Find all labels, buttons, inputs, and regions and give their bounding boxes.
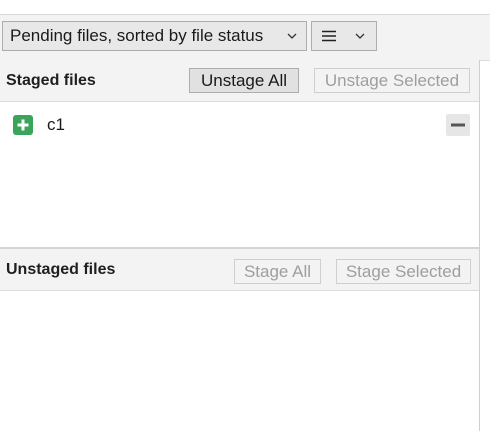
view-mode-dropdown[interactable]: Pending files, sorted by file status — [2, 21, 307, 51]
stage-all-button[interactable]: Stage All — [234, 259, 321, 284]
plus-square-icon — [13, 115, 33, 135]
panel-divider — [479, 60, 480, 431]
minus-icon — [451, 123, 465, 127]
toolbar: Pending files, sorted by file status — [0, 15, 490, 61]
unstage-file-button[interactable] — [446, 114, 470, 136]
unstage-selected-button[interactable]: Unstage Selected — [314, 68, 470, 93]
staged-files-title: Staged files — [6, 72, 96, 89]
source-control-panel: Pending files, sorted by file status Sta… — [0, 0, 490, 431]
view-mode-label: Pending files, sorted by file status — [10, 26, 264, 45]
unstaged-files-header: Unstaged files Stage All Stage Selected — [0, 247, 479, 291]
top-strip — [0, 0, 490, 15]
stage-selected-button[interactable]: Stage Selected — [336, 259, 471, 284]
list-mode-dropdown[interactable] — [311, 21, 377, 51]
unstaged-files-title: Unstaged files — [6, 261, 116, 278]
unstage-all-button[interactable]: Unstage All — [189, 68, 299, 93]
chevron-down-icon — [355, 33, 365, 39]
list-icon — [322, 30, 336, 42]
unstaged-files-list — [0, 291, 479, 431]
staged-files-header: Staged files Unstage All Unstage Selecte… — [0, 60, 479, 102]
list-item[interactable]: c1 — [0, 112, 479, 138]
file-name: c1 — [47, 115, 65, 134]
chevron-down-icon — [287, 33, 297, 39]
staged-files-list: c1 — [0, 102, 479, 247]
